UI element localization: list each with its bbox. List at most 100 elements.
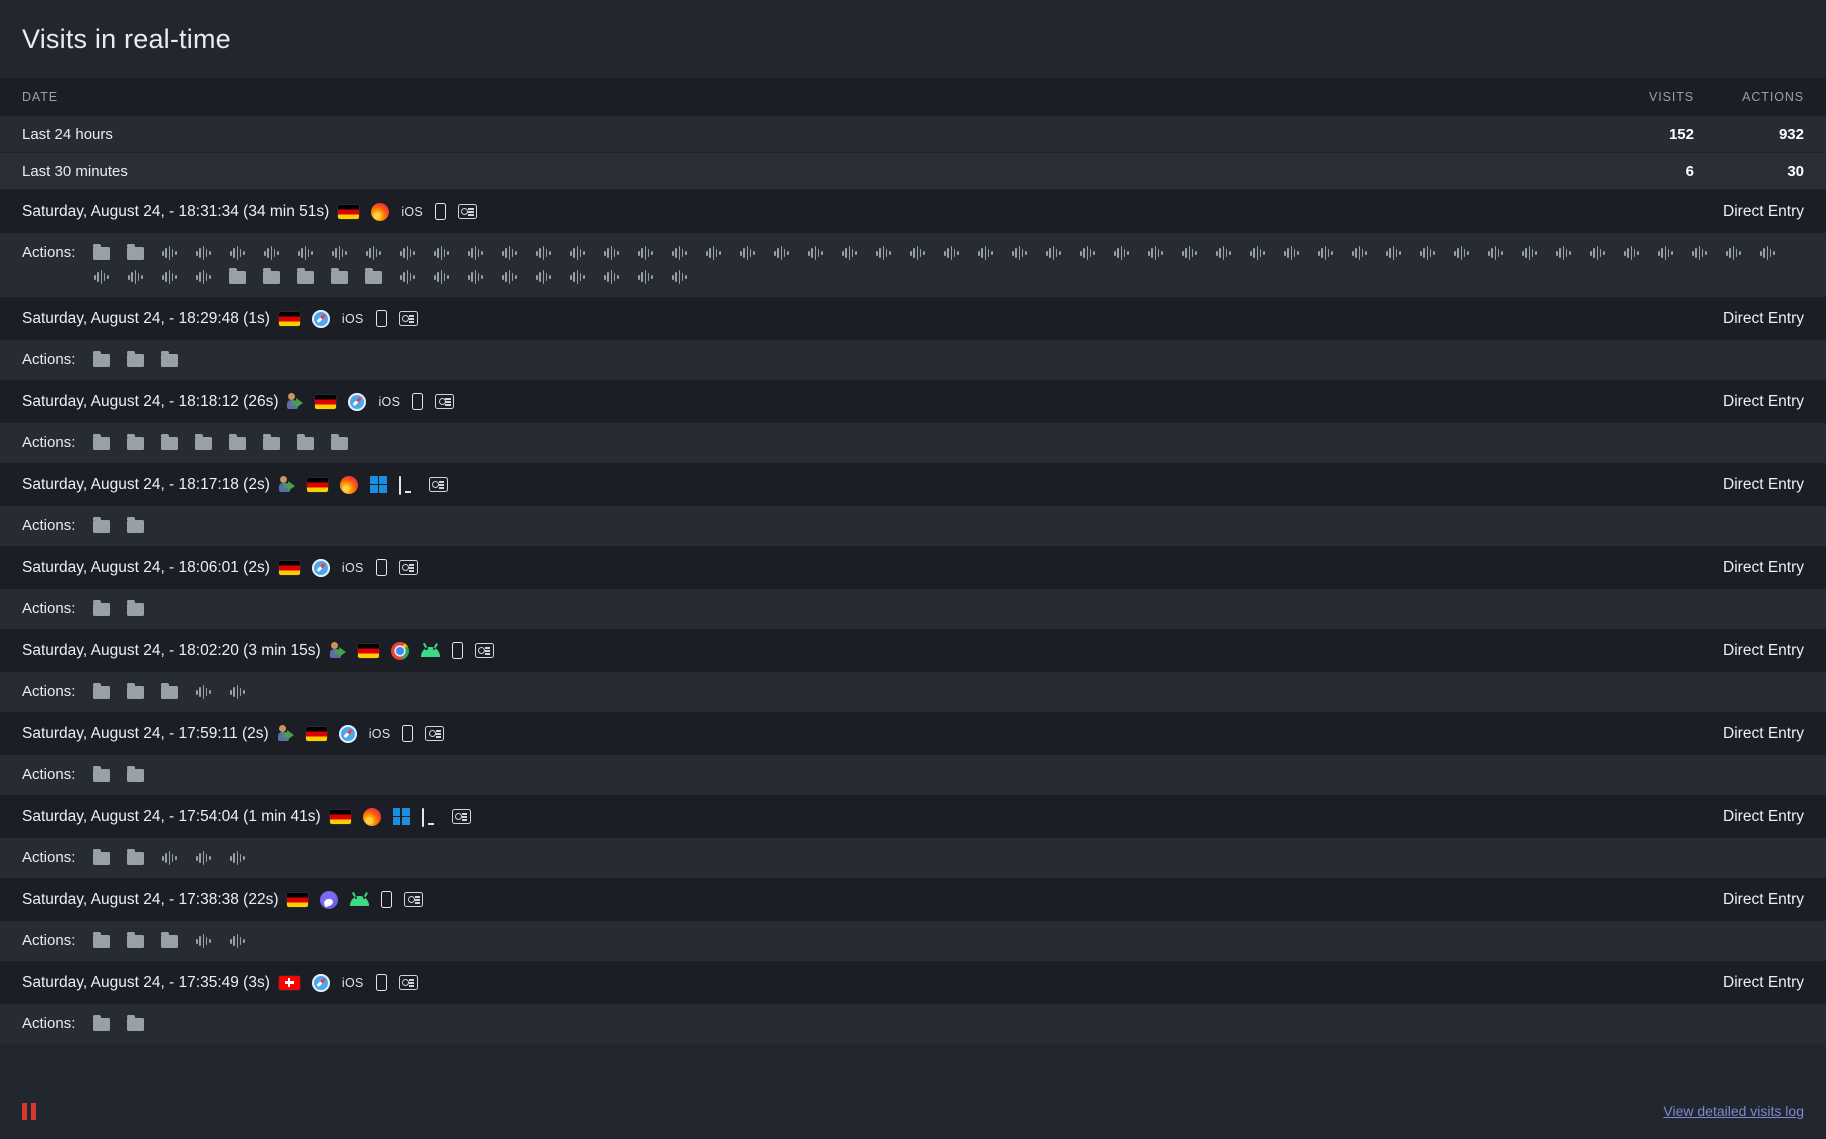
action-waveform-icon[interactable] (157, 267, 181, 287)
action-waveform-icon[interactable] (1347, 243, 1371, 263)
action-waveform-icon[interactable] (871, 243, 895, 263)
action-waveform-icon[interactable] (531, 243, 555, 263)
visit-row[interactable]: Saturday, August 24, - 18:29:48 (1s) iOS D… (0, 297, 1826, 340)
action-waveform-icon[interactable] (701, 243, 725, 263)
action-folder-icon[interactable] (89, 765, 113, 785)
action-waveform-icon[interactable] (565, 267, 589, 287)
action-waveform-icon[interactable] (1687, 243, 1711, 263)
action-folder-icon[interactable] (225, 433, 249, 453)
action-waveform-icon[interactable] (1551, 243, 1575, 263)
action-waveform-icon[interactable] (667, 267, 691, 287)
action-waveform-icon[interactable] (123, 267, 147, 287)
action-waveform-icon[interactable] (327, 243, 351, 263)
action-waveform-icon[interactable] (1517, 243, 1541, 263)
action-folder-icon[interactable] (89, 350, 113, 370)
action-waveform-icon[interactable] (1449, 243, 1473, 263)
visit-row[interactable]: Saturday, August 24, - 17:54:04 (1 min 4… (0, 795, 1826, 838)
action-waveform-icon[interactable] (531, 267, 555, 287)
action-folder-icon[interactable] (123, 599, 147, 619)
action-waveform-icon[interactable] (463, 267, 487, 287)
action-waveform-icon[interactable] (259, 243, 283, 263)
visit-row[interactable]: Saturday, August 24, - 18:02:20 (3 min 1… (0, 629, 1826, 672)
visit-row[interactable]: Saturday, August 24, - 18:06:01 (2s) iOS D… (0, 546, 1826, 589)
action-folder-icon[interactable] (123, 682, 147, 702)
pause-icon[interactable] (22, 1102, 38, 1120)
action-folder-icon[interactable] (225, 267, 249, 287)
action-waveform-icon[interactable] (1619, 243, 1643, 263)
action-waveform-icon[interactable] (1075, 243, 1099, 263)
action-waveform-icon[interactable] (225, 931, 249, 951)
action-waveform-icon[interactable] (667, 243, 691, 263)
action-waveform-icon[interactable] (1211, 243, 1235, 263)
visitor-profile-icon[interactable] (451, 809, 471, 824)
action-waveform-icon[interactable] (1279, 243, 1303, 263)
visitor-profile-icon[interactable] (425, 726, 445, 741)
visitor-profile-icon[interactable] (404, 892, 424, 907)
action-folder-icon[interactable] (89, 433, 113, 453)
action-waveform-icon[interactable] (633, 243, 657, 263)
visit-row[interactable]: Saturday, August 24, - 17:35:49 (3s) iOS D… (0, 961, 1826, 1004)
action-folder-icon[interactable] (123, 516, 147, 536)
visitor-profile-icon[interactable] (474, 643, 494, 658)
visit-row[interactable]: Saturday, August 24, - 18:17:18 (2s) Dire… (0, 463, 1826, 506)
action-folder-icon[interactable] (89, 848, 113, 868)
action-waveform-icon[interactable] (599, 243, 623, 263)
action-folder-icon[interactable] (293, 433, 317, 453)
action-waveform-icon[interactable] (1143, 243, 1167, 263)
action-folder-icon[interactable] (123, 433, 147, 453)
action-waveform-icon[interactable] (1381, 243, 1405, 263)
visitor-profile-icon[interactable] (398, 560, 418, 575)
action-waveform-icon[interactable] (803, 243, 827, 263)
action-waveform-icon[interactable] (157, 243, 181, 263)
action-waveform-icon[interactable] (191, 243, 215, 263)
action-folder-icon[interactable] (293, 267, 317, 287)
view-detailed-visits-log-link[interactable]: View detailed visits log (1663, 1103, 1804, 1119)
action-waveform-icon[interactable] (191, 267, 215, 287)
action-folder-icon[interactable] (89, 682, 113, 702)
action-waveform-icon[interactable] (395, 267, 419, 287)
action-waveform-icon[interactable] (633, 267, 657, 287)
action-waveform-icon[interactable] (1041, 243, 1065, 263)
action-folder-icon[interactable] (157, 433, 181, 453)
action-waveform-icon[interactable] (225, 243, 249, 263)
action-folder-icon[interactable] (123, 931, 147, 951)
action-waveform-icon[interactable] (1177, 243, 1201, 263)
action-waveform-icon[interactable] (497, 243, 521, 263)
action-waveform-icon[interactable] (1245, 243, 1269, 263)
action-waveform-icon[interactable] (1721, 243, 1745, 263)
action-waveform-icon[interactable] (1755, 243, 1779, 263)
action-folder-icon[interactable] (157, 350, 181, 370)
action-waveform-icon[interactable] (497, 267, 521, 287)
action-folder-icon[interactable] (327, 267, 351, 287)
visitor-profile-icon[interactable] (435, 394, 455, 409)
action-waveform-icon[interactable] (1007, 243, 1031, 263)
action-waveform-icon[interactable] (1585, 243, 1609, 263)
action-folder-icon[interactable] (89, 1014, 113, 1034)
action-waveform-icon[interactable] (225, 848, 249, 868)
visit-row[interactable]: Saturday, August 24, - 17:38:38 (22s) Dir… (0, 878, 1826, 921)
action-waveform-icon[interactable] (1483, 243, 1507, 263)
action-folder-icon[interactable] (123, 1014, 147, 1034)
action-waveform-icon[interactable] (735, 243, 759, 263)
action-waveform-icon[interactable] (1415, 243, 1439, 263)
action-folder-icon[interactable] (157, 682, 181, 702)
visit-row[interactable]: Saturday, August 24, - 18:31:34 (34 min … (0, 190, 1826, 233)
action-folder-icon[interactable] (89, 516, 113, 536)
action-waveform-icon[interactable] (429, 243, 453, 263)
action-folder-icon[interactable] (259, 433, 283, 453)
action-waveform-icon[interactable] (565, 243, 589, 263)
action-folder-icon[interactable] (123, 848, 147, 868)
action-folder-icon[interactable] (89, 931, 113, 951)
action-folder-icon[interactable] (89, 599, 113, 619)
action-waveform-icon[interactable] (837, 243, 861, 263)
action-waveform-icon[interactable] (463, 243, 487, 263)
action-waveform-icon[interactable] (1313, 243, 1337, 263)
visit-row[interactable]: Saturday, August 24, - 17:59:11 (2s) iOS D… (0, 712, 1826, 755)
visitor-profile-icon[interactable] (398, 311, 418, 326)
action-waveform-icon[interactable] (973, 243, 997, 263)
action-folder-icon[interactable] (361, 267, 385, 287)
action-waveform-icon[interactable] (293, 243, 317, 263)
action-folder-icon[interactable] (327, 433, 351, 453)
action-waveform-icon[interactable] (599, 267, 623, 287)
action-waveform-icon[interactable] (191, 931, 215, 951)
